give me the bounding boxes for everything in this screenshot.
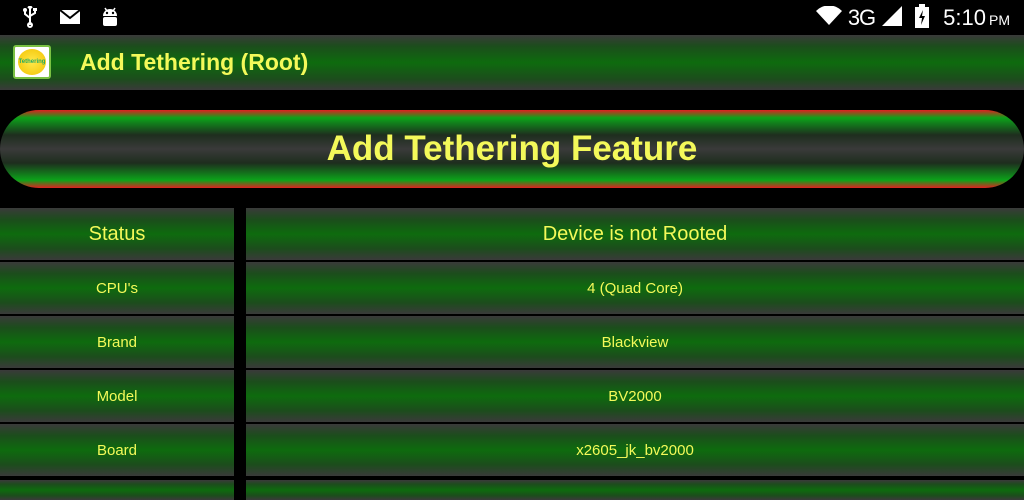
board-value: x2605_jk_bv2000	[246, 424, 1024, 476]
clock: 5:10 PM	[943, 5, 1010, 31]
status-label: Status	[0, 208, 234, 260]
system-status: 3G 5:10 PM	[815, 3, 1010, 33]
status-value: Device is not Rooted	[246, 208, 1024, 260]
table-row: Brand Blackview	[0, 316, 1024, 370]
table-row: Model BV2000	[0, 370, 1024, 424]
model-value: BV2000	[246, 370, 1024, 422]
network-type: 3G	[847, 5, 876, 30]
model-label: Model	[0, 370, 234, 422]
action-bar: Tethering Add Tethering (Root)	[0, 35, 1024, 90]
table-row: CPU's 4 (Quad Core)	[0, 262, 1024, 316]
signal-icon	[881, 5, 903, 32]
table-row-partial	[0, 480, 1024, 500]
app-icon-text: Tethering	[18, 49, 46, 75]
app-icon[interactable]: Tethering	[13, 45, 51, 79]
brand-value: Blackview	[246, 316, 1024, 368]
add-tethering-feature-button[interactable]: Add Tethering Feature	[0, 110, 1024, 188]
brand-label: Brand	[0, 316, 234, 368]
table-row: Status Device is not Rooted	[0, 208, 1024, 262]
device-info-table: Status Device is not Rooted CPU's 4 (Qua…	[0, 208, 1024, 478]
table-row: Board x2605_jk_bv2000	[0, 424, 1024, 478]
usb-icon	[18, 6, 42, 28]
cpus-value: 4 (Quad Core)	[246, 262, 1024, 314]
partial-label-cell	[0, 480, 234, 500]
clock-time: 5:10	[943, 5, 986, 30]
mail-icon	[58, 6, 82, 28]
screen: 3G 5:10 PM Tethering Add Tethering (Root)…	[0, 0, 1024, 500]
battery-charging-icon	[915, 3, 930, 33]
wifi-icon	[815, 4, 842, 31]
notification-icons	[18, 6, 122, 28]
cpus-label: CPU's	[0, 262, 234, 314]
board-label: Board	[0, 424, 234, 476]
add-tethering-feature-label: Add Tethering Feature	[326, 129, 698, 168]
clock-ampm: PM	[989, 12, 1010, 28]
partial-value-cell	[246, 480, 1024, 500]
status-bar: 3G 5:10 PM	[0, 0, 1024, 35]
app-title: Add Tethering (Root)	[80, 49, 309, 75]
android-debug-icon	[98, 6, 122, 28]
